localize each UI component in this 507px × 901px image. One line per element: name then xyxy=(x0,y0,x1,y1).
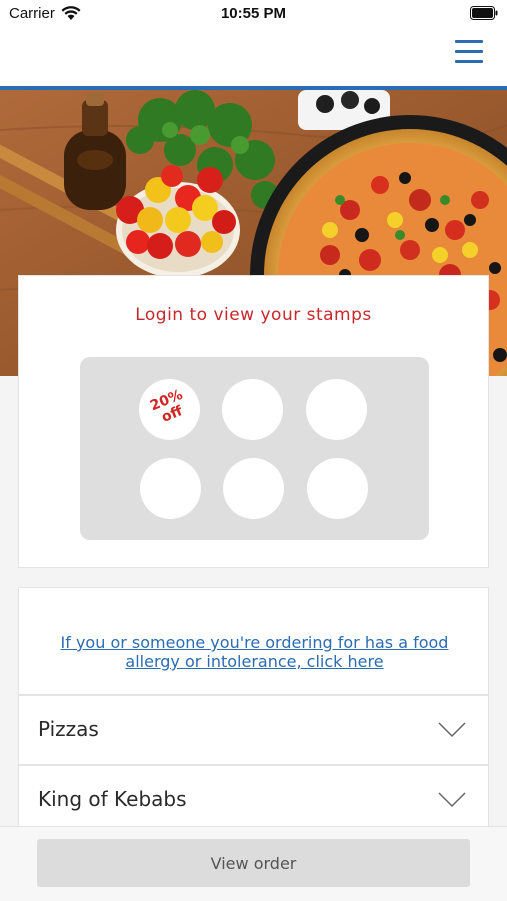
app-header xyxy=(0,30,507,90)
stamp-card-title[interactable]: Login to view your stamps xyxy=(19,305,488,325)
chevron-down-icon xyxy=(438,722,466,738)
status-time: 10:55 PM xyxy=(220,5,287,22)
stamp-grid: 20% off xyxy=(80,357,429,540)
allergy-link-line1[interactable]: If you or someone you're ordering for ha… xyxy=(39,633,470,652)
stamp-slot xyxy=(223,458,284,519)
allergy-card: If you or someone you're ordering for ha… xyxy=(18,587,489,695)
category-row-pizzas[interactable]: Pizzas xyxy=(18,695,489,765)
stamp-slot xyxy=(140,458,201,519)
view-order-button[interactable]: View order xyxy=(37,839,470,887)
stamp-card[interactable]: Login to view your stamps 20% off xyxy=(18,275,489,568)
category-label: King of Kebabs xyxy=(38,787,187,811)
reward-label: 20% off xyxy=(136,383,204,434)
stamp-slot xyxy=(307,458,368,519)
battery-icon xyxy=(470,6,498,20)
hamburger-menu-icon[interactable] xyxy=(455,40,483,64)
stamp-slot xyxy=(306,379,367,440)
footer-bar: View order xyxy=(0,826,507,901)
category-row-king-of-kebabs[interactable]: King of Kebabs xyxy=(18,765,489,835)
stamp-reward-slot: 20% off xyxy=(139,379,200,440)
chevron-down-icon xyxy=(438,792,466,808)
stamp-slot xyxy=(222,379,283,440)
status-bar: Carrier 10:55 PM xyxy=(0,0,507,30)
allergy-info-link[interactable]: If you or someone you're ordering for ha… xyxy=(39,633,470,671)
allergy-link-line2[interactable]: allergy or intolerance, click here xyxy=(39,652,470,671)
category-label: Pizzas xyxy=(38,717,99,741)
